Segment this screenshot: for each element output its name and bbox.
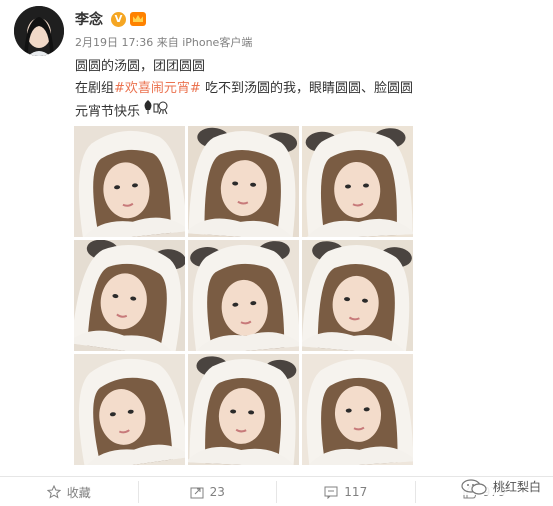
photo-3[interactable]	[302, 126, 413, 237]
favorite-label: 收藏	[66, 485, 91, 500]
photo-9[interactable]	[302, 354, 413, 465]
photo-6[interactable]	[302, 240, 413, 351]
topic-link[interactable]: #欢喜闹元宵#	[114, 81, 201, 96]
post-text-segment: 元宵节快乐	[75, 104, 141, 120]
post-time[interactable]: 2月19日 17:36	[75, 36, 153, 49]
post-text-line: 圆圆的汤圆，团团圆圆	[75, 59, 206, 74]
watermark: 桃红梨白	[460, 478, 543, 495]
comment-icon	[324, 486, 338, 499]
post-text-segment: 吃不到汤圆的我，眼睛圆圆、脸圆圆	[200, 81, 413, 96]
watermark-text: 桃红梨白	[492, 480, 541, 494]
repost-count: 23	[209, 485, 225, 499]
avatar[interactable]	[14, 6, 64, 56]
lantern-emoji-icon	[142, 100, 168, 124]
photo-grid	[74, 126, 414, 466]
photo-2[interactable]	[188, 126, 299, 237]
weibo-post: 李念 V 2月19日 17:36 来自 iPhone客户端 圆圆的汤圆，团团圆圆…	[0, 0, 553, 506]
author-name[interactable]: 李念	[75, 9, 103, 29]
star-icon	[46, 485, 61, 499]
post-text-line: 元宵节快乐	[75, 100, 535, 124]
photo-5[interactable]	[188, 240, 299, 351]
wechat-logo-icon	[461, 478, 487, 495]
verified-icon[interactable]: V	[111, 11, 126, 27]
comment-button[interactable]: 117	[277, 481, 416, 503]
photo-4[interactable]	[74, 240, 185, 351]
member-crown-icon[interactable]	[130, 12, 146, 26]
repost-icon	[190, 487, 204, 499]
photo-1[interactable]	[74, 126, 185, 237]
comment-count: 117	[344, 485, 368, 499]
repost-button[interactable]: 23	[139, 481, 277, 503]
photo-7[interactable]	[74, 354, 185, 465]
photo-8[interactable]	[188, 354, 299, 465]
post-text-line: 在剧组#欢喜闹元宵# 吃不到汤圆的我，眼睛圆圆、脸圆圆	[75, 78, 535, 100]
post-source[interactable]: 来自 iPhone客户端	[157, 36, 253, 49]
favorite-button[interactable]: 收藏	[0, 481, 139, 503]
post-text: 圆圆的汤圆，团团圆圆 在剧组#欢喜闹元宵# 吃不到汤圆的我，眼睛圆圆、脸圆圆 元…	[75, 56, 535, 124]
author-row: 李念 V	[75, 9, 146, 29]
post-text-segment: 在剧组	[75, 81, 115, 96]
post-meta: 2月19日 17:36 来自 iPhone客户端	[75, 34, 252, 50]
